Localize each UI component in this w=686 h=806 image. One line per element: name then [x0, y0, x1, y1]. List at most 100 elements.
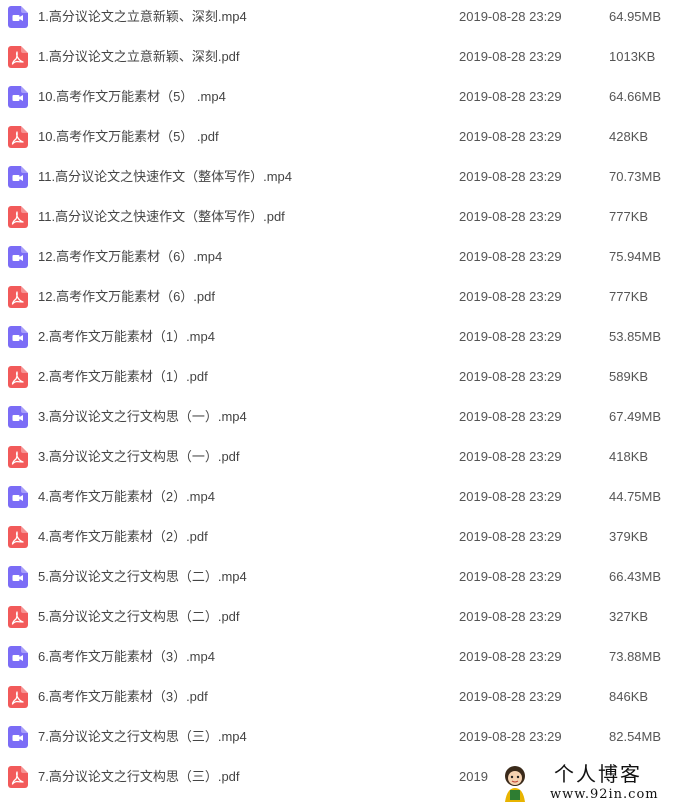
pdf-file-icon — [8, 126, 28, 148]
pdf-file-icon — [8, 46, 28, 68]
file-size: 846KB — [609, 689, 649, 704]
file-size: 777KB — [609, 289, 649, 304]
file-row[interactable]: 10.高考作文万能素材（5） .mp4 2019-08-28 23:29 64.66… — [0, 80, 686, 120]
pdf-file-icon — [8, 206, 28, 228]
file-name-link[interactable]: 10.高考作文万能素材（5） .mp4 — [38, 88, 226, 106]
file-row[interactable]: 6.高考作文万能素材（3）.pdf 2019-08-28 23:29 846KB — [0, 680, 686, 720]
pdf-file-icon — [8, 526, 28, 548]
file-row[interactable]: 4.高考作文万能素材（2）.mp4 2019-08-28 23:29 44.75MB — [0, 480, 686, 520]
file-date: 2019-08-28 23:29 — [459, 689, 562, 704]
video-file-icon — [8, 6, 28, 28]
mascot-icon — [505, 766, 525, 802]
file-row[interactable]: 1.高分议论文之立意新颖、深刻.mp4 2019-08-28 23:29 64.95… — [0, 0, 686, 40]
pdf-file-icon — [8, 766, 28, 788]
file-row[interactable]: 11.高分议论文之快速作文（整体写作）.pdf 2019-08-28 23:29 7… — [0, 200, 686, 240]
pdf-file-icon — [8, 686, 28, 708]
file-name-link[interactable]: 11.高分议论文之快速作文（整体写作）.pdf — [38, 208, 285, 226]
video-file-icon — [8, 86, 28, 108]
file-size: 777KB — [609, 209, 649, 224]
file-row[interactable]: 4.高考作文万能素材（2）.pdf 2019-08-28 23:29 379KB — [0, 520, 686, 560]
file-size: 82.54MB — [609, 729, 662, 744]
video-file-icon — [8, 646, 28, 668]
file-date: 2019-08-28 23:29 — [459, 609, 562, 624]
file-name-link[interactable]: 6.高考作文万能素材（3）.mp4 — [38, 648, 215, 666]
file-list: 1.高分议论文之立意新颖、深刻.mp4 2019-08-28 23:29 64.95… — [0, 0, 686, 800]
file-name-link[interactable]: 2.高考作文万能素材（1）.mp4 — [38, 328, 215, 346]
file-row[interactable]: 12.高考作文万能素材（6）.pdf 2019-08-28 23:29 777KB — [0, 280, 686, 320]
file-size: 67.49MB — [609, 409, 662, 424]
file-name-link[interactable]: 7.高分议论文之行文构思（三）.mp4 — [38, 728, 247, 746]
file-row[interactable]: 11.高分议论文之快速作文（整体写作）.mp4 2019-08-28 23:29 7… — [0, 160, 686, 200]
file-name-link[interactable]: 3.高分议论文之行文构思（一）.mp4 — [38, 408, 247, 426]
file-name-link[interactable]: 11.高分议论文之快速作文（整体写作）.mp4 — [38, 168, 292, 186]
file-date: 2019-08-28 23:29 — [459, 89, 562, 104]
video-file-icon — [8, 406, 28, 428]
file-date: 2019-08-28 23:29 — [459, 489, 562, 504]
file-date: 2019-08-28 23:29 — [459, 329, 562, 344]
file-row[interactable]: 1.高分议论文之立意新颖、深刻.pdf 2019-08-28 23:29 1013K… — [0, 40, 686, 80]
file-date: 2019-08-28 23:29 — [459, 9, 562, 24]
file-name-link[interactable]: 12.高考作文万能素材（6）.mp4 — [38, 248, 222, 266]
pdf-file-icon — [8, 286, 28, 308]
file-size: 75.94MB — [609, 249, 662, 264]
file-name-link[interactable]: 5.高分议论文之行文构思（二）.mp4 — [38, 568, 247, 586]
file-size: 70.73MB — [609, 169, 662, 184]
file-date: 2019-08-28 23:29 — [459, 289, 562, 304]
video-file-icon — [8, 326, 28, 348]
video-file-icon — [8, 726, 28, 748]
file-row[interactable]: 6.高考作文万能素材（3）.mp4 2019-08-28 23:29 73.88MB — [0, 640, 686, 680]
file-row[interactable]: 12.高考作文万能素材（6）.mp4 2019-08-28 23:29 75.94M… — [0, 240, 686, 280]
file-size: 379KB — [609, 529, 649, 544]
file-date: 2019-08-28 23:29 — [459, 169, 562, 184]
watermark-url: www.92in.com — [550, 787, 659, 802]
video-file-icon — [8, 486, 28, 508]
file-size: 66.43MB — [609, 569, 662, 584]
video-file-icon — [8, 246, 28, 268]
file-size: 64.66MB — [609, 89, 662, 104]
file-size: 428KB — [609, 129, 649, 144]
file-name-link[interactable]: 4.高考作文万能素材（2）.mp4 — [38, 488, 215, 506]
file-date: 2019 — [459, 769, 488, 784]
file-size: 53.85MB — [609, 329, 662, 344]
file-row[interactable]: 3.高分议论文之行文构思（一）.mp4 2019-08-28 23:29 67.49… — [0, 400, 686, 440]
video-file-icon — [8, 166, 28, 188]
file-name-link[interactable]: 3.高分议论文之行文构思（一）.pdf — [38, 448, 240, 466]
file-name-link[interactable]: 1.高分议论文之立意新颖、深刻.mp4 — [38, 8, 247, 26]
file-date: 2019-08-28 23:29 — [459, 249, 562, 264]
file-date: 2019-08-28 23:29 — [459, 209, 562, 224]
file-date: 2019-08-28 23:29 — [459, 649, 562, 664]
file-size: 589KB — [609, 369, 649, 384]
file-date: 2019-08-28 23:29 — [459, 449, 562, 464]
file-date: 2019-08-28 23:29 — [459, 129, 562, 144]
file-date: 2019-08-28 23:29 — [459, 409, 562, 424]
file-name-link[interactable]: 4.高考作文万能素材（2）.pdf — [38, 528, 208, 546]
watermark-title: 个人博客 — [554, 762, 642, 786]
pdf-file-icon — [8, 446, 28, 468]
file-size: 44.75MB — [609, 489, 662, 504]
file-name-link[interactable]: 1.高分议论文之立意新颖、深刻.pdf — [38, 48, 240, 66]
file-row[interactable]: 7.高分议论文之行文构思（三）.mp4 2019-08-28 23:29 82.54… — [0, 720, 686, 760]
file-size: 327KB — [609, 609, 649, 624]
file-name-link[interactable]: 5.高分议论文之行文构思（二）.pdf — [38, 608, 240, 626]
file-row[interactable]: 2.高考作文万能素材（1）.pdf 2019-08-28 23:29 589KB — [0, 360, 686, 400]
file-size: 1013KB — [609, 49, 656, 64]
file-name-link[interactable]: 12.高考作文万能素材（6）.pdf — [38, 288, 215, 306]
pdf-file-icon — [8, 606, 28, 628]
video-file-icon — [8, 566, 28, 588]
file-size: 73.88MB — [609, 649, 662, 664]
file-row[interactable]: 5.高分议论文之行文构思（二）.pdf 2019-08-28 23:29 327KB — [0, 600, 686, 640]
file-row[interactable]: 3.高分议论文之行文构思（一）.pdf 2019-08-28 23:29 418KB — [0, 440, 686, 480]
pdf-file-icon — [8, 366, 28, 388]
file-row[interactable]: 2.高考作文万能素材（1）.mp4 2019-08-28 23:29 53.85MB — [0, 320, 686, 360]
file-name-link[interactable]: 10.高考作文万能素材（5） .pdf — [38, 128, 219, 146]
file-row[interactable]: 5.高分议论文之行文构思（二）.mp4 2019-08-28 23:29 66.43… — [0, 560, 686, 600]
file-row[interactable]: 10.高考作文万能素材（5） .pdf 2019-08-28 23:29 428KB — [0, 120, 686, 160]
file-name-link[interactable]: 6.高考作文万能素材（3）.pdf — [38, 688, 208, 706]
file-name-link[interactable]: 7.高分议论文之行文构思（三）.pdf — [38, 768, 240, 786]
watermark: 个人博客 www.92in.com — [494, 758, 686, 806]
file-date: 2019-08-28 23:29 — [459, 569, 562, 584]
file-size: 64.95MB — [609, 9, 662, 24]
file-name-link[interactable]: 2.高考作文万能素材（1）.pdf — [38, 368, 208, 386]
file-size: 418KB — [609, 449, 649, 464]
file-date: 2019-08-28 23:29 — [459, 529, 562, 544]
